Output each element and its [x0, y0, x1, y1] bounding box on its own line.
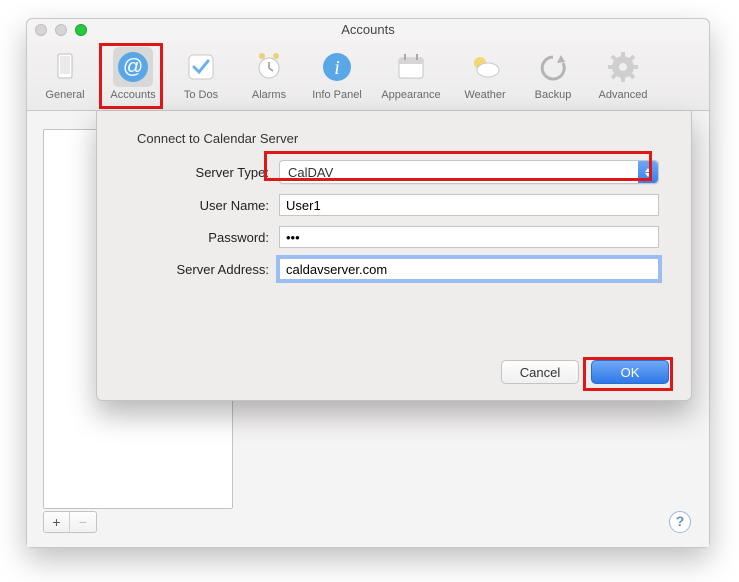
user-name-label: User Name:	[119, 198, 269, 213]
tab-label: Advanced	[587, 89, 659, 101]
tab-label: Appearance	[371, 89, 451, 101]
checkmark-icon	[186, 52, 216, 82]
tab-label: Weather	[451, 89, 519, 101]
tab-general[interactable]: General	[31, 43, 99, 101]
password-field[interactable]	[279, 226, 659, 248]
tab-label: Backup	[519, 89, 587, 101]
tab-label: Alarms	[235, 89, 303, 101]
connect-server-sheet: Connect to Calendar Server Server Type: …	[96, 111, 692, 401]
tab-label: General	[31, 89, 99, 101]
info-icon: i	[321, 51, 353, 83]
titlebar: Accounts	[27, 19, 709, 41]
weather-icon	[468, 53, 502, 81]
zoom-window-icon[interactable]	[75, 24, 87, 36]
svg-text:i: i	[334, 57, 340, 79]
minimize-window-icon[interactable]	[55, 24, 67, 36]
server-address-label: Server Address:	[119, 262, 269, 277]
tab-label: To Dos	[167, 89, 235, 101]
tab-info-panel[interactable]: i Info Panel	[303, 43, 371, 101]
traffic-lights	[35, 24, 87, 36]
server-type-label: Server Type:	[119, 165, 269, 180]
help-button[interactable]: ?	[669, 511, 691, 533]
ok-button[interactable]: OK	[591, 360, 669, 384]
tab-label: Info Panel	[303, 89, 371, 101]
calendar-icon	[395, 52, 427, 82]
cancel-button[interactable]: Cancel	[501, 360, 579, 384]
window-title: Accounts	[27, 19, 709, 41]
at-sign-icon: @	[116, 50, 150, 84]
backup-icon	[537, 52, 569, 82]
tab-alarms[interactable]: Alarms	[235, 43, 303, 101]
tab-weather[interactable]: Weather	[451, 43, 519, 101]
general-icon	[51, 52, 79, 82]
alarm-clock-icon	[253, 52, 285, 82]
gear-icon	[607, 51, 639, 83]
connect-form: Server Type: CalDAV User Name: Password:…	[119, 160, 669, 280]
tab-accounts[interactable]: @ Accounts	[99, 43, 167, 101]
remove-account-button: −	[70, 512, 96, 532]
server-address-field[interactable]	[279, 258, 659, 280]
sheet-buttons: Cancel OK	[501, 360, 669, 384]
sheet-heading: Connect to Calendar Server	[137, 131, 669, 146]
password-label: Password:	[119, 230, 269, 245]
prefs-toolbar: General @ Accounts To Dos Alarms i Info …	[27, 41, 709, 111]
tab-todos[interactable]: To Dos	[167, 43, 235, 101]
tab-backup[interactable]: Backup	[519, 43, 587, 101]
close-window-icon[interactable]	[35, 24, 47, 36]
user-name-field[interactable]	[279, 194, 659, 216]
tab-appearance[interactable]: Appearance	[371, 43, 451, 101]
svg-text:@: @	[123, 56, 143, 78]
add-account-button[interactable]: +	[44, 512, 70, 532]
chevron-up-down-icon	[638, 161, 658, 183]
tab-label: Accounts	[99, 89, 167, 101]
tab-advanced[interactable]: Advanced	[587, 43, 659, 101]
server-type-value: CalDAV	[288, 165, 333, 180]
add-remove-controls: + −	[43, 511, 97, 533]
server-type-select[interactable]: CalDAV	[279, 160, 659, 184]
